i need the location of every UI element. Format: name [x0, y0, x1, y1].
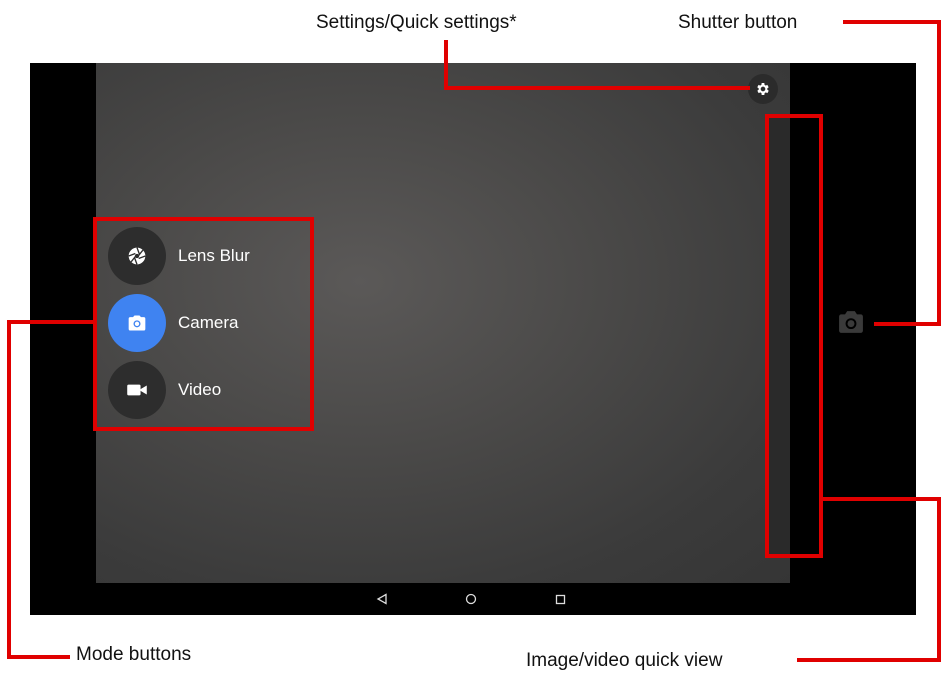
modes-callout-line	[7, 320, 95, 324]
navigation-bar	[30, 583, 916, 615]
quickview-callout-line	[797, 658, 941, 662]
nav-back-button[interactable]	[372, 589, 392, 609]
nav-home-button[interactable]	[461, 589, 481, 609]
shutter-button[interactable]	[837, 309, 865, 335]
modes-callout-line	[7, 320, 11, 659]
mode-buttons-highlight	[93, 217, 314, 431]
callout-label-settings: Settings/Quick settings*	[316, 12, 517, 33]
settings-callout-line	[444, 86, 750, 90]
callout-label-modes: Mode buttons	[76, 644, 192, 665]
quick-view-highlight	[765, 114, 823, 558]
shutter-callout-line	[874, 322, 941, 326]
modes-callout-line	[7, 655, 70, 659]
quickview-callout-line	[937, 497, 941, 662]
gear-icon	[757, 83, 769, 95]
nav-recents-button[interactable]	[550, 589, 570, 609]
home-icon	[465, 593, 477, 605]
back-icon	[376, 593, 387, 605]
quickview-callout-line	[821, 497, 941, 501]
settings-callout-line	[444, 40, 448, 90]
shutter-callout-line	[937, 20, 941, 326]
shutter-callout-line	[843, 20, 941, 24]
callout-label-shutter: Shutter button	[678, 12, 798, 33]
camera-shutter-icon	[839, 311, 863, 333]
callout-label-quickview: Image/video quick view	[526, 650, 723, 671]
recents-icon	[555, 594, 565, 604]
settings-button[interactable]	[748, 74, 778, 104]
